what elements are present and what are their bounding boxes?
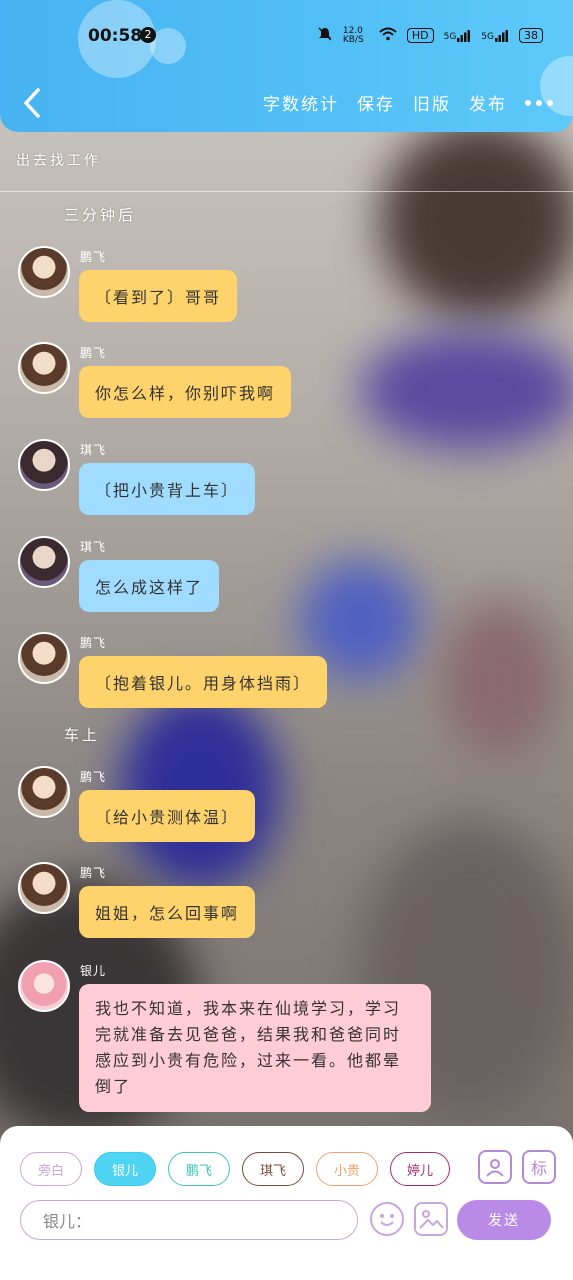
top-nav: 字数统计 保存 旧版 发布	[263, 90, 553, 115]
character-chip[interactable]: 小贵	[316, 1152, 378, 1186]
avatar[interactable]	[18, 960, 70, 1012]
character-chip-selected[interactable]: 银儿	[94, 1152, 156, 1186]
word-count-button[interactable]: 字数统计	[263, 90, 339, 115]
wifi-icon	[379, 27, 397, 44]
character-chip[interactable]: 鹏飞	[168, 1152, 230, 1186]
top-bar: 00:58 2 12.0 KB/S HD 5G 5G 38 字数统计 保存 旧版…	[0, 0, 573, 132]
avatar[interactable]	[18, 632, 70, 684]
narration-aside[interactable]: 车上	[64, 724, 100, 745]
avatar[interactable]	[18, 439, 70, 491]
sender-name: 鹏飞	[80, 250, 107, 264]
message-bubble[interactable]: 我也不知道，我本来在仙境学习，学习完就准备去见爸爸，结果我和爸爸同时感应到小贵有…	[79, 984, 431, 1112]
sender-name: 琪飞	[80, 540, 107, 554]
story-title[interactable]: 出去找工作	[16, 150, 101, 170]
publish-button[interactable]: 发布	[469, 90, 507, 115]
hd-badge: HD	[406, 28, 434, 43]
signal-label: 5G	[443, 31, 457, 42]
old-version-button[interactable]: 旧版	[413, 90, 451, 115]
avatar[interactable]	[18, 862, 70, 914]
avatar[interactable]	[18, 766, 70, 818]
sender-name: 鹏飞	[80, 866, 107, 880]
signal-icon: 5G	[443, 29, 472, 42]
more-icon[interactable]	[525, 99, 553, 106]
chevron-left-icon	[24, 88, 40, 118]
character-chip[interactable]: 旁白	[20, 1152, 82, 1186]
message-bubble[interactable]: 〔抱着银儿。用身体挡雨〕	[79, 656, 328, 708]
message-bubble[interactable]: 〔给小贵测体温〕	[79, 790, 256, 842]
net-speed: 12.0 KB/S	[342, 25, 364, 45]
sender-name: 鹏飞	[80, 346, 107, 360]
character-chip[interactable]: 婷儿	[390, 1152, 450, 1186]
status-icons: 12.0 KB/S HD 5G 5G 38	[317, 26, 543, 45]
save-button[interactable]: 保存	[357, 90, 395, 115]
sender-name: 银儿	[80, 964, 107, 978]
character-chip[interactable]: 琪飞	[242, 1152, 304, 1186]
status-time: 00:58	[88, 26, 143, 46]
battery-icon: 38	[519, 28, 543, 43]
emoji-icon[interactable]	[370, 1202, 404, 1236]
narration-aside[interactable]: 三分钟后	[64, 204, 136, 225]
message-bubble[interactable]: 〔看到了〕哥哥	[79, 270, 238, 322]
message-bubble[interactable]: 姐姐，怎么回事啊	[79, 886, 256, 938]
character-manage-icon[interactable]	[478, 1150, 512, 1184]
notification-count: 2	[140, 27, 156, 43]
mark-icon[interactable]: 标	[522, 1150, 556, 1184]
sender-name: 琪飞	[80, 443, 107, 457]
character-selector: 旁白 银儿 鹏飞 琪飞 小贵 婷儿	[20, 1152, 450, 1186]
sender-name: 鹏飞	[80, 636, 107, 650]
image-icon[interactable]	[414, 1202, 448, 1236]
mute-icon	[317, 26, 333, 45]
signal-icon: 5G	[481, 29, 509, 42]
message-bubble[interactable]: 怎么成这样了	[79, 560, 220, 612]
input-panel: 旁白 银儿 鹏飞 琪飞 小贵 婷儿 标 银儿： 发送	[0, 1126, 573, 1280]
message-input[interactable]: 银儿：	[20, 1200, 358, 1240]
divider	[0, 191, 573, 192]
avatar[interactable]	[18, 246, 70, 298]
message-bubble[interactable]: 〔把小贵背上车〕	[79, 463, 256, 515]
signal-label: 5G	[481, 31, 494, 42]
sender-name: 鹏飞	[80, 770, 107, 784]
avatar[interactable]	[18, 536, 70, 588]
avatar[interactable]	[18, 342, 70, 394]
message-bubble[interactable]: 你怎么样，你别吓我啊	[79, 366, 292, 418]
back-button[interactable]	[18, 86, 48, 120]
send-button[interactable]: 发送	[457, 1200, 551, 1240]
